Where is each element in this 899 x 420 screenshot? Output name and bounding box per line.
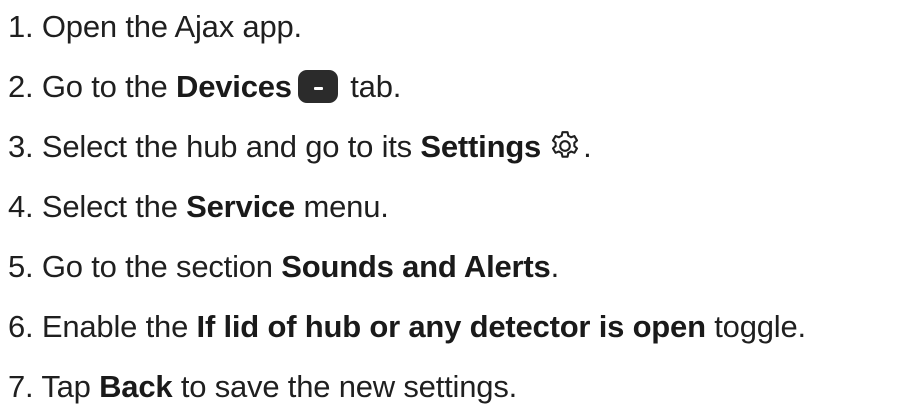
step-text: Go to the section: [41, 249, 282, 284]
step-text: Select the hub and go to its: [41, 129, 421, 164]
instruction-steps: 1. Open the Ajax app. 2. Go to the Devic…: [8, 0, 898, 420]
step-text-after: menu.: [295, 189, 389, 224]
step-text-after: .: [583, 129, 592, 164]
step-text-after: toggle.: [705, 309, 806, 344]
step-number: 6.: [8, 309, 42, 344]
back-label: Back: [99, 369, 173, 404]
step-text: Enable the: [41, 309, 197, 344]
devices-label: Devices: [176, 69, 292, 104]
step-text-after: tab.: [341, 69, 402, 104]
gear-icon: [552, 131, 579, 158]
lid-open-toggle-label: If lid of hub or any detector is open: [196, 309, 706, 344]
devices-icon: [297, 70, 338, 103]
step-number: 4.: [8, 189, 42, 224]
sounds-alerts-label: Sounds and Alerts: [281, 249, 551, 284]
step-number: 1.: [8, 9, 42, 44]
step-3: 3. Select the hub and go to its Settings…: [8, 120, 898, 180]
step-7: 7. Tap Back to save the new settings.: [8, 360, 898, 420]
step-4: 4. Select the Service menu.: [8, 180, 898, 240]
step-text: Tap: [41, 369, 100, 404]
service-label: Service: [186, 189, 296, 224]
step-2: 2. Go to the Devices tab.: [8, 60, 898, 120]
step-number: 7.: [8, 369, 42, 404]
step-6: 6. Enable the If lid of hub or any detec…: [8, 300, 898, 360]
settings-label: Settings: [420, 129, 542, 164]
step-text: Open the Ajax app.: [41, 9, 302, 44]
step-text-after: to save the new settings.: [172, 369, 518, 404]
step-number: 3.: [8, 129, 42, 164]
step-text: Select the: [41, 189, 187, 224]
step-5: 5. Go to the section Sounds and Alerts.: [8, 240, 898, 300]
step-text: Go to the: [41, 69, 177, 104]
step-text-after: .: [550, 249, 560, 284]
step-number: 2.: [8, 69, 42, 104]
step-number: 5.: [8, 249, 42, 284]
step-1: 1. Open the Ajax app.: [8, 0, 898, 60]
